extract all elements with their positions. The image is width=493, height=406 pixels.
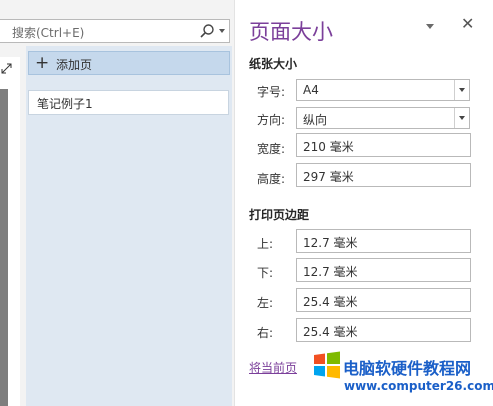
size-label: 字号: <box>257 85 286 99</box>
margin-top-label: 上: <box>257 237 274 251</box>
orientation-label: 方向: <box>257 113 286 127</box>
plus-icon: + <box>35 53 50 73</box>
size-select[interactable]: A4 <box>296 79 470 101</box>
margin-right-value: 25.4 毫米 <box>303 325 358 339</box>
margin-top-field[interactable]: 12.7 毫米 <box>296 229 471 253</box>
search-scope-dropdown-icon[interactable] <box>219 29 225 33</box>
chevron-down-icon[interactable] <box>454 108 469 128</box>
chevron-down-icon[interactable] <box>454 80 469 100</box>
page-list-item[interactable]: 笔记例子1 <box>28 90 229 115</box>
search-placeholder: 搜索(Ctrl+E) <box>12 26 85 40</box>
print-margins-heading: 打印页边距 <box>249 208 310 222</box>
margin-right-label: 右: <box>257 326 274 340</box>
watermark-url: www.computer26.com <box>344 379 493 393</box>
margin-bottom-field[interactable]: 12.7 毫米 <box>296 258 471 282</box>
margin-left-value: 25.4 毫米 <box>303 295 358 309</box>
page-size-pane: 页面大小 ✕ 纸张大小 字号: A4 方向: 纵向 宽度: 210 毫米 高度:… <box>234 0 493 406</box>
orientation-select[interactable]: 纵向 <box>296 107 470 129</box>
width-value: 210 毫米 <box>303 140 354 154</box>
height-value: 297 毫米 <box>303 170 354 184</box>
page-title: 笔记例子1 <box>37 97 93 111</box>
orientation-value: 纵向 <box>303 113 328 127</box>
add-page-button[interactable]: + 添加页 <box>28 51 230 75</box>
height-label: 高度: <box>257 172 286 186</box>
size-value: A4 <box>303 83 319 97</box>
pane-options-dropdown-icon[interactable] <box>426 24 434 29</box>
margin-right-field[interactable]: 25.4 毫米 <box>296 318 471 342</box>
margin-top-value: 12.7 毫米 <box>303 236 358 250</box>
margin-left-label: 左: <box>257 296 274 310</box>
pane-title: 页面大小 <box>249 20 333 44</box>
search-icon[interactable] <box>199 23 215 39</box>
watermark-title: 电脑软硬件教程网 <box>343 359 472 378</box>
margin-left-field[interactable]: 25.4 毫米 <box>296 288 471 312</box>
margin-bottom-label: 下: <box>257 266 274 280</box>
paper-size-heading: 纸张大小 <box>249 57 298 71</box>
add-page-label: 添加页 <box>56 58 93 72</box>
width-field[interactable]: 210 毫米 <box>296 133 471 157</box>
apply-to-pages-link[interactable]: 将当前页 <box>249 359 297 376</box>
margin-bottom-value: 12.7 毫米 <box>303 265 358 279</box>
search-input[interactable]: 搜索(Ctrl+E) <box>0 19 230 43</box>
expand-icon[interactable] <box>1 63 12 74</box>
width-label: 宽度: <box>257 142 286 156</box>
windows-logo-icon <box>314 351 340 379</box>
close-icon[interactable]: ✕ <box>461 16 474 32</box>
section-tab[interactable] <box>0 89 8 406</box>
height-field[interactable]: 297 毫米 <box>296 163 471 187</box>
